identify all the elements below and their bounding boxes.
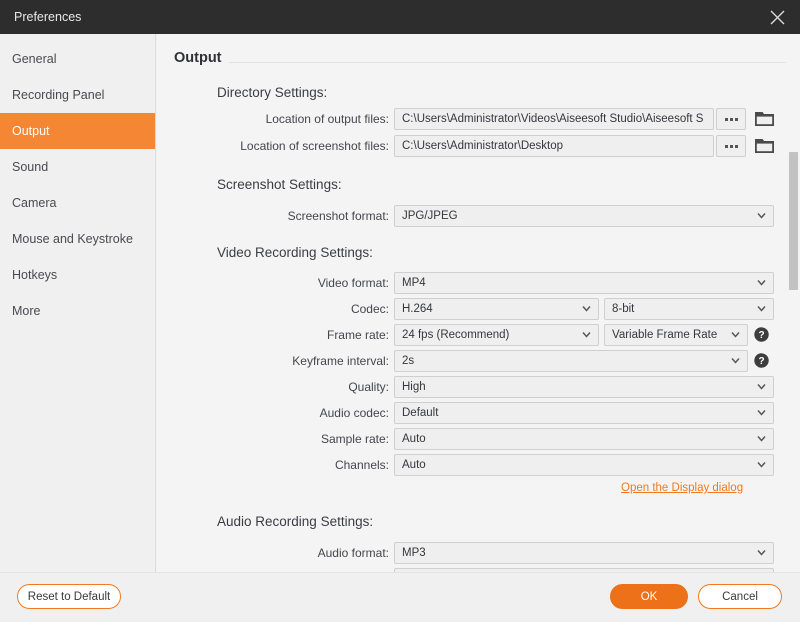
cancel-button[interactable]: Cancel <box>698 584 782 609</box>
keyframe-interval-select[interactable]: 2s <box>394 350 748 372</box>
screenshot-location-folder-icon[interactable] <box>753 135 775 157</box>
sidebar-item-label: Hotkeys <box>12 268 57 282</box>
content-scrollbar-thumb[interactable] <box>789 152 798 290</box>
sidebar-item-more[interactable]: More <box>0 293 155 329</box>
chevron-down-icon <box>757 382 766 391</box>
label-output-location: Location of output files: <box>266 108 389 130</box>
close-icon[interactable] <box>754 0 800 34</box>
section-heading-video: Video Recording Settings: <box>217 245 373 260</box>
sidebar-item-output[interactable]: Output <box>0 113 155 149</box>
frame-rate-mode-value: Variable Frame Rate <box>612 329 717 341</box>
video-format-select[interactable]: MP4 <box>394 272 774 294</box>
frame-rate-mode-select[interactable]: Variable Frame Rate <box>604 324 748 346</box>
label-video-format: Video format: <box>318 272 389 294</box>
label-sample-rate: Sample rate: <box>321 428 389 450</box>
title-divider <box>229 62 786 63</box>
sample-rate-value: Auto <box>402 433 426 445</box>
ellipsis-icon <box>735 118 738 121</box>
label-keyframe-interval: Keyframe interval: <box>292 350 389 372</box>
sidebar-item-label: Output <box>12 124 50 138</box>
sample-rate-select[interactable]: Auto <box>394 428 774 450</box>
sidebar-item-label: More <box>12 304 40 318</box>
content-panel: Output Directory Settings: Location of o… <box>157 34 800 572</box>
dialog-footer: Reset to Default OK Cancel <box>0 572 800 622</box>
svg-text:?: ? <box>758 330 764 341</box>
chevron-down-icon <box>731 330 740 339</box>
sidebar-item-label: Mouse and Keystroke <box>12 232 133 246</box>
sidebar: General Recording Panel Output Sound Cam… <box>0 34 156 572</box>
sidebar-item-sound[interactable]: Sound <box>0 149 155 185</box>
label-screenshot-location: Location of screenshot files: <box>240 135 389 157</box>
video-format-value: MP4 <box>402 277 426 289</box>
chevron-down-icon <box>757 278 766 287</box>
chevron-down-icon <box>757 211 766 220</box>
audio-codec-select[interactable]: Default <box>394 402 774 424</box>
label-audio-codec: Audio codec: <box>320 402 389 424</box>
channels-value: Auto <box>402 459 426 471</box>
frame-rate-value: 24 fps (Recommend) <box>402 329 509 341</box>
sidebar-item-recording-panel[interactable]: Recording Panel <box>0 77 155 113</box>
section-heading-audio: Audio Recording Settings: <box>217 514 373 529</box>
audio-format-value: MP3 <box>402 547 426 559</box>
sidebar-item-label: Sound <box>12 160 48 174</box>
title-bar: Preferences <box>0 0 800 34</box>
reset-to-default-button[interactable]: Reset to Default <box>17 584 121 609</box>
sidebar-item-hotkeys[interactable]: Hotkeys <box>0 257 155 293</box>
channels-select[interactable]: Auto <box>394 454 774 476</box>
chevron-down-icon <box>582 304 591 313</box>
label-codec: Codec: <box>351 298 389 320</box>
sidebar-item-label: Recording Panel <box>12 88 104 102</box>
chevron-down-icon <box>582 330 591 339</box>
svg-text:?: ? <box>758 356 764 367</box>
output-location-browse-button[interactable] <box>716 108 746 130</box>
codec-value: H.264 <box>402 303 433 315</box>
ellipsis-icon <box>725 118 728 121</box>
output-location-folder-icon[interactable] <box>753 108 775 130</box>
frame-rate-select[interactable]: 24 fps (Recommend) <box>394 324 599 346</box>
section-heading-screenshot: Screenshot Settings: <box>217 177 342 192</box>
content-scrollbar-track[interactable] <box>787 34 800 572</box>
screenshot-format-value: JPG/JPEG <box>402 210 458 222</box>
page-title: Output <box>174 50 222 66</box>
audio-codec-value: Default <box>402 407 438 419</box>
preferences-window: Preferences General Recording Panel Outp… <box>0 0 800 622</box>
ellipsis-icon <box>725 145 728 148</box>
label-audio-format: Audio format: <box>318 542 389 564</box>
chevron-down-icon <box>757 460 766 469</box>
chevron-down-icon <box>757 408 766 417</box>
ok-button[interactable]: OK <box>610 584 688 609</box>
quality-select[interactable]: High <box>394 376 774 398</box>
sidebar-item-label: General <box>12 52 56 66</box>
ellipsis-icon <box>735 145 738 148</box>
screenshot-location-browse-button[interactable] <box>716 135 746 157</box>
label-quality: Quality: <box>348 376 389 398</box>
label-channels: Channels: <box>335 454 389 476</box>
sidebar-item-general[interactable]: General <box>0 41 155 77</box>
screenshot-location-input[interactable]: C:\Users\Administrator\Desktop <box>394 135 714 157</box>
screenshot-format-select[interactable]: JPG/JPEG <box>394 205 774 227</box>
window-title: Preferences <box>14 10 81 24</box>
codec-select[interactable]: H.264 <box>394 298 599 320</box>
codec-bitdepth-value: 8-bit <box>612 303 634 315</box>
chevron-down-icon <box>757 434 766 443</box>
output-location-input[interactable]: C:\Users\Administrator\Videos\Aiseesoft … <box>394 108 714 130</box>
ellipsis-icon <box>730 118 733 121</box>
label-screenshot-format: Screenshot format: <box>288 205 389 227</box>
frame-rate-help-circle-icon[interactable]: ? <box>754 327 769 342</box>
ellipsis-icon <box>730 145 733 148</box>
keyframe-interval-value: 2s <box>402 355 414 367</box>
open-display-dialog-link[interactable]: Open the Display dialog <box>621 482 743 494</box>
label-frame-rate: Frame rate: <box>327 324 389 346</box>
sidebar-item-label: Camera <box>12 196 56 210</box>
chevron-down-icon <box>731 356 740 365</box>
chevron-down-icon <box>757 548 766 557</box>
sidebar-item-camera[interactable]: Camera <box>0 185 155 221</box>
keyframe-interval-help-circle-icon[interactable]: ? <box>754 353 769 368</box>
chevron-down-icon <box>757 304 766 313</box>
audio-format-select[interactable]: MP3 <box>394 542 774 564</box>
section-heading-directory: Directory Settings: <box>217 85 327 100</box>
quality-value: High <box>402 381 426 393</box>
codec-bitdepth-select[interactable]: 8-bit <box>604 298 774 320</box>
sidebar-item-mouse-and-keystroke[interactable]: Mouse and Keystroke <box>0 221 155 257</box>
